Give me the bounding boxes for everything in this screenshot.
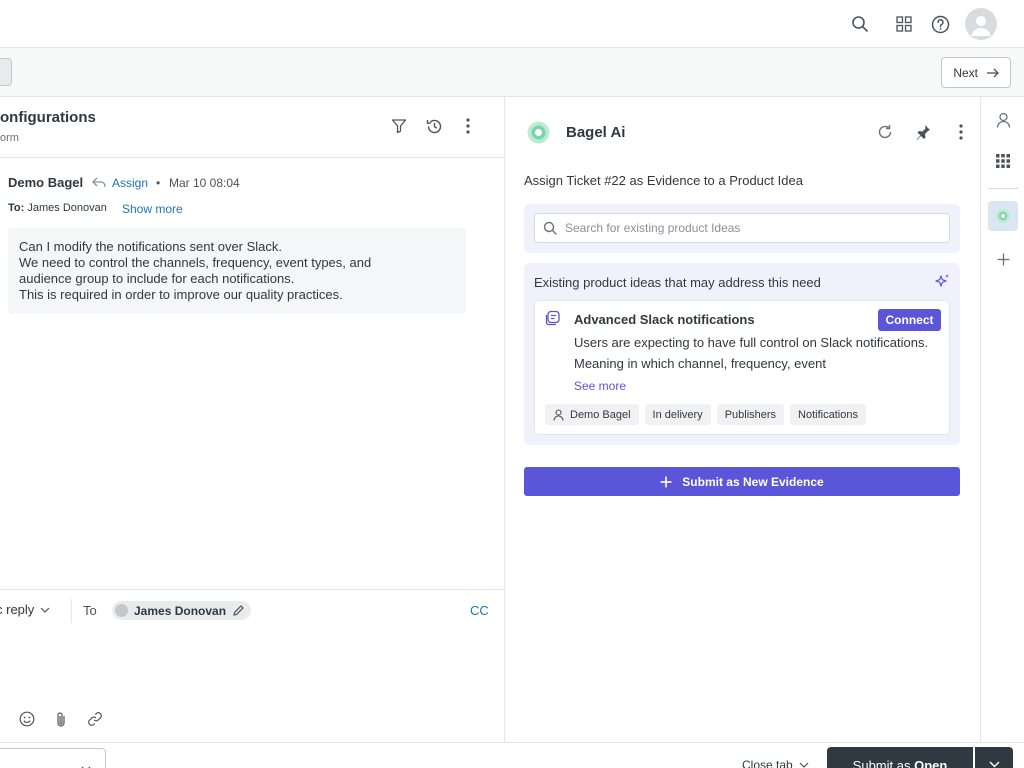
reply-arrow-icon <box>92 177 106 188</box>
message-date: Mar 10 08:04 <box>169 176 240 190</box>
recipient-avatar <box>115 604 128 617</box>
apps-rail <box>980 97 1024 742</box>
message-author: Demo Bagel <box>8 175 84 190</box>
message-line: This is required in order to improve our… <box>19 287 343 302</box>
search-icon <box>543 221 557 235</box>
person-icon <box>553 408 564 421</box>
refresh-icon[interactable] <box>873 120 897 144</box>
bagel-app-icon[interactable] <box>988 201 1018 231</box>
divider <box>0 157 505 158</box>
next-button[interactable]: Next <box>941 57 1011 88</box>
show-more-link[interactable]: Show more <box>122 202 183 216</box>
message-to: To: James Donovan <box>8 202 107 214</box>
pin-icon[interactable] <box>911 120 935 144</box>
assign-link[interactable]: Assign <box>112 176 148 190</box>
chevron-down-icon <box>40 607 50 613</box>
idea-search-container: Search for existing product Ideas <box>524 204 960 253</box>
chevron-down-icon <box>799 762 809 768</box>
close-tab-label: Close tab <box>742 758 793 768</box>
close-tab-dropdown[interactable]: Close tab <box>742 758 809 768</box>
tag-label: In delivery <box>652 408 703 421</box>
ticket-subtitle: orm <box>0 132 19 144</box>
ideas-heading: Existing product ideas that may address … <box>534 275 821 290</box>
divider <box>71 599 72 623</box>
connect-button[interactable]: Connect <box>878 309 941 331</box>
idea-title: Advanced Slack notifications <box>574 312 755 327</box>
more-options-icon[interactable] <box>454 112 482 140</box>
recipient-chip[interactable]: James Donovan <box>112 601 252 620</box>
message-line: Can I modify the notifications sent over… <box>19 239 283 254</box>
plus-icon <box>660 476 672 487</box>
idea-tags: Demo Bagel In delivery Publishers Notifi… <box>545 404 866 425</box>
search-icon[interactable] <box>846 10 874 38</box>
owner-tag: Demo Bagel <box>545 404 639 425</box>
divider <box>988 188 1018 189</box>
submit-options-button[interactable] <box>975 747 1013 768</box>
idea-description: Users are expecting to have full control… <box>574 335 929 371</box>
submit-evidence-label: Submit as New Evidence <box>682 474 824 489</box>
bagel-title: Bagel Ai <box>566 124 626 141</box>
reply-type-label: c reply <box>0 602 35 617</box>
submit-button[interactable]: Submit as Open <box>827 747 973 768</box>
submit-prefix: Submit as <box>852 758 915 768</box>
more-options-icon[interactable] <box>949 120 973 144</box>
bagel-ai-panel: Bagel Ai Assign Ticket #22 as Evidence t… <box>505 97 980 742</box>
bagel-header-tools <box>873 120 973 144</box>
apps-grid-icon[interactable] <box>890 10 918 38</box>
add-app-icon[interactable] <box>988 244 1018 274</box>
divider <box>0 589 505 590</box>
reply-toolbar <box>18 710 104 728</box>
filter-icon[interactable] <box>385 112 413 140</box>
top-bar <box>0 0 1024 48</box>
tag-label: Notifications <box>798 408 858 421</box>
message-body: Can I modify the notifications sent over… <box>8 228 466 314</box>
idea-card: Advanced Slack notifications Connect Use… <box>534 300 950 435</box>
customer-context-icon[interactable] <box>988 105 1018 135</box>
cc-link[interactable]: CC <box>470 603 489 618</box>
to-label: To <box>83 603 97 618</box>
see-more-link[interactable]: See more <box>574 379 626 393</box>
history-icon[interactable] <box>420 112 448 140</box>
to-name: James Donovan <box>27 202 107 214</box>
chevron-down-icon <box>989 761 999 768</box>
recipient-name: James Donovan <box>134 603 227 618</box>
pencil-icon[interactable] <box>232 604 245 617</box>
next-label: Next <box>953 65 978 80</box>
meta-separator: • <box>156 176 161 190</box>
sparkle-icon <box>934 273 950 289</box>
reply-type-dropdown[interactable]: c reply <box>0 602 50 617</box>
status-tag: In delivery <box>644 404 711 425</box>
message-line: We need to control the channels, frequen… <box>19 255 372 270</box>
previous-button[interactable] <box>0 58 12 86</box>
link-icon[interactable] <box>86 710 104 728</box>
submit-new-evidence-button[interactable]: Submit as New Evidence <box>524 467 960 496</box>
ticket-nav-bar: Next <box>0 48 1024 97</box>
to-prefix: To: <box>8 202 25 214</box>
tag-label: Publishers <box>724 408 777 421</box>
assign-heading: Assign Ticket #22 as Evidence to a Produ… <box>524 173 803 188</box>
help-icon[interactable] <box>926 10 954 38</box>
macro-select[interactable] <box>0 748 106 768</box>
category-tag: Notifications <box>790 404 866 425</box>
conversation-panel: onfigurations orm Demo Bagel Assign • Ma… <box>0 97 505 742</box>
apps-icon[interactable] <box>988 146 1018 176</box>
emoji-icon[interactable] <box>18 710 36 728</box>
ticket-title: onfigurations <box>0 109 96 126</box>
user-avatar[interactable] <box>965 8 997 40</box>
bagel-logo-icon <box>526 120 551 145</box>
attachment-icon[interactable] <box>52 710 70 728</box>
search-placeholder: Search for existing product Ideas <box>565 221 741 235</box>
footer-bar: Close tab Submit as Open <box>0 742 1024 768</box>
existing-ideas-section: Existing product ideas that may address … <box>524 263 960 445</box>
submit-status: Open <box>914 758 948 768</box>
arrow-right-icon <box>987 68 999 77</box>
idea-search-input[interactable]: Search for existing product Ideas <box>534 213 950 243</box>
message-line: audience group to include for each notif… <box>19 271 295 286</box>
tag-label: Demo Bagel <box>570 408 631 421</box>
product-idea-icon <box>545 310 561 326</box>
segment-tag: Publishers <box>716 404 785 425</box>
